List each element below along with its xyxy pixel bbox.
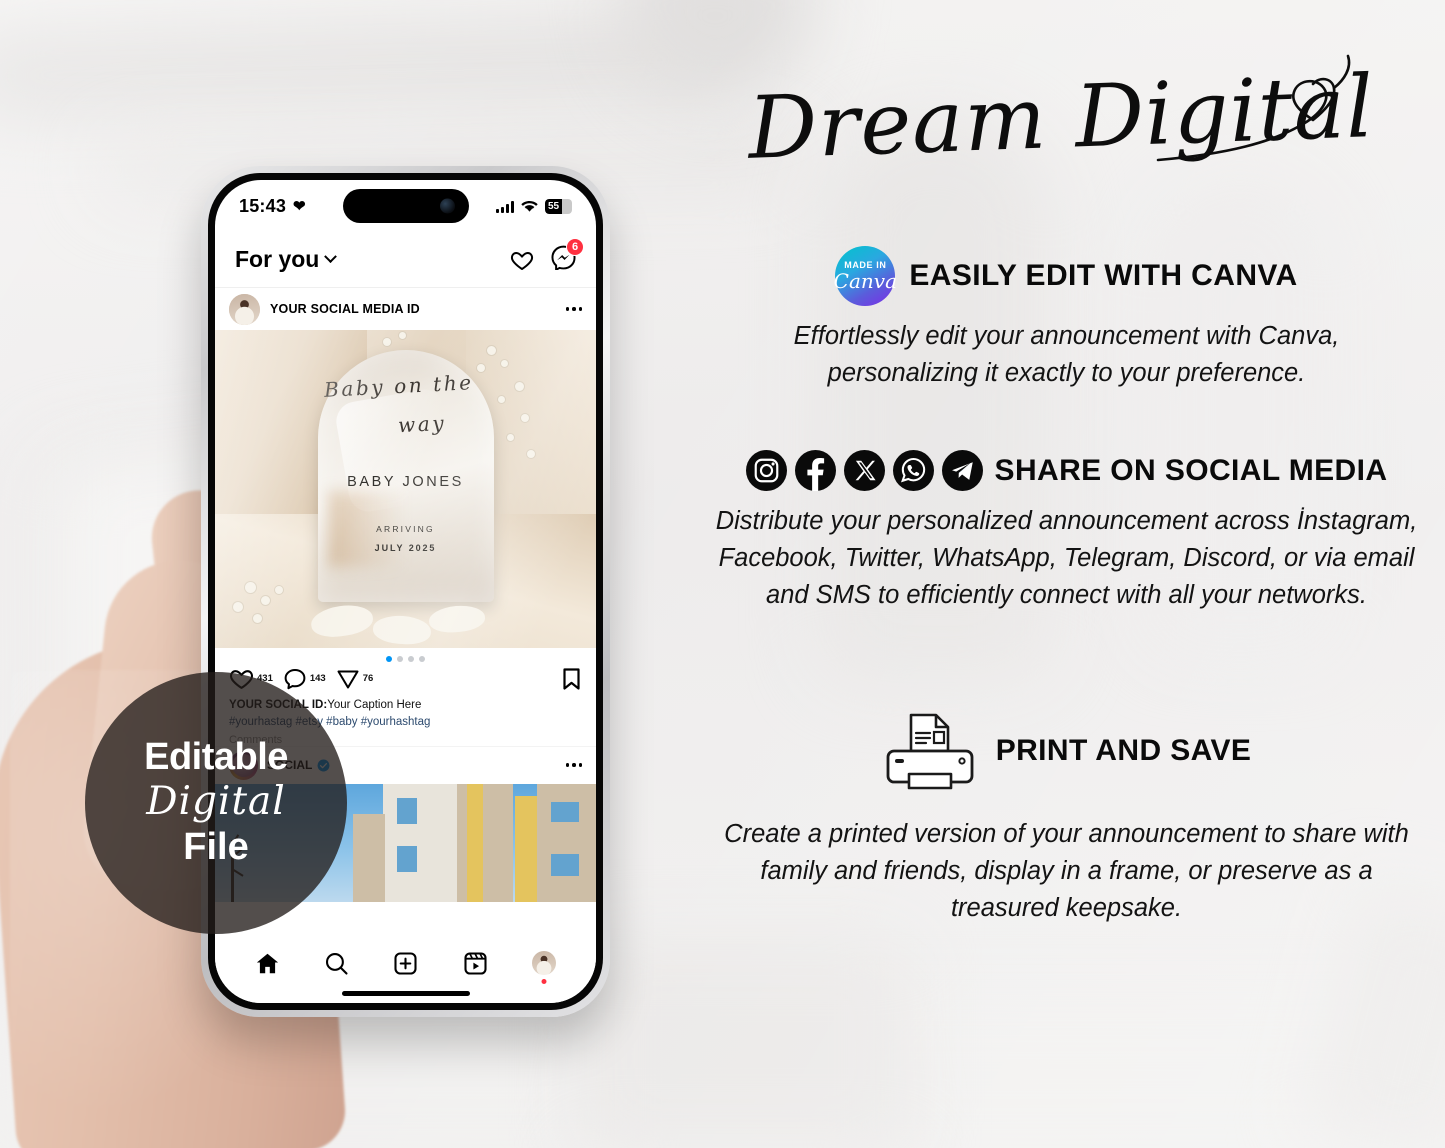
feature-3-title: PRINT AND SAVE <box>995 734 1252 767</box>
right-panel: Dream Digital MADE IN Canva EASILY EDIT … <box>688 0 1445 1148</box>
feature-2-header: SHARE ON SOCIAL MEDIA <box>688 450 1445 491</box>
facebook-icon[interactable] <box>794 450 836 491</box>
app-header: For you 6 <box>215 232 596 288</box>
bookmark-icon[interactable] <box>561 667 582 691</box>
dynamic-island <box>342 189 469 223</box>
feature-2-title: SHARE ON SOCIAL MEDIA <box>994 453 1388 487</box>
feed-title: For you <box>235 246 320 272</box>
more-options-icon[interactable] <box>565 307 582 311</box>
feature-share-on-social-media: SHARE ON SOCIAL MEDIA Distribute your pe… <box>688 450 1445 614</box>
avatar[interactable] <box>229 293 260 325</box>
editable-digital-file-badge: Editable Digital File <box>85 672 347 934</box>
whatsapp-icon[interactable] <box>892 450 934 491</box>
comment-icon[interactable] <box>283 667 307 691</box>
social-icons-row <box>745 450 983 491</box>
caption-text: Your Caption Here <box>327 699 422 711</box>
profile-avatar[interactable] <box>531 951 556 975</box>
printer-icon <box>886 713 974 790</box>
feature-2-body: Distribute your personalized announcemen… <box>715 507 1418 609</box>
feature-print-and-save: PRINT AND SAVE Create a printed version … <box>688 712 1445 927</box>
post-header: YOUR SOCIAL MEDIA ID <box>215 288 596 330</box>
x-twitter-icon[interactable] <box>843 450 885 491</box>
badge-line-2: Digital <box>146 778 286 824</box>
feature-easily-edit-with-canva: MADE IN Canva EASILY EDIT WITH CANVA Eff… <box>688 246 1445 392</box>
comment-count: 143 <box>309 673 326 684</box>
status-time: 15:43 <box>239 195 287 216</box>
home-indicator <box>341 991 470 996</box>
feed-selector[interactable]: For you <box>235 246 338 273</box>
bottom-navigation <box>215 937 596 1003</box>
chevron-down-icon[interactable] <box>324 250 338 264</box>
photo-light-sheen <box>215 330 596 648</box>
instagram-icon[interactable] <box>745 450 787 491</box>
carousel-indicator <box>215 648 596 664</box>
telegram-icon[interactable] <box>941 450 983 491</box>
post-username[interactable]: YOUR SOCIAL MEDIA ID <box>270 302 556 316</box>
reels-icon[interactable] <box>463 951 488 976</box>
canva-badge-bottom-text: Canva <box>833 268 898 293</box>
brand-logo: Dream Digital <box>728 42 1428 192</box>
header-actions: 6 <box>510 237 584 275</box>
battery-icon: 55 <box>545 198 572 214</box>
home-icon[interactable] <box>255 951 280 976</box>
comment-action[interactable]: 143 <box>283 667 326 691</box>
status-time-group: 15:43 ❤ <box>239 196 306 217</box>
post-image[interactable]: Baby on the way BABY JONES ARRIVING JULY… <box>215 330 596 648</box>
status-bar: 15:43 ❤ 55 <box>215 180 596 232</box>
feature-3-header: PRINT AND SAVE <box>688 712 1445 790</box>
wifi-icon <box>521 200 538 212</box>
front-camera-icon <box>439 198 455 214</box>
badge-line-1: Editable <box>144 735 288 778</box>
share-action[interactable]: 76 <box>336 667 374 691</box>
badge-line-3: File <box>183 826 249 869</box>
heart-icon[interactable] <box>510 248 534 272</box>
signal-bars-icon <box>496 200 514 213</box>
canva-badge-icon: MADE IN Canva <box>833 246 898 306</box>
heart-icon: ❤ <box>293 197 306 215</box>
battery-level: 55 <box>548 200 560 212</box>
messenger-button[interactable]: 6 <box>551 237 584 275</box>
share-count: 76 <box>362 673 374 684</box>
feature-3-body: Create a printed version of your announc… <box>724 820 1409 922</box>
status-indicators: 55 <box>496 198 572 214</box>
heart-flourish-icon <box>1156 54 1351 162</box>
more-options-icon[interactable] <box>565 763 582 767</box>
share-icon[interactable] <box>336 667 360 691</box>
search-icon[interactable] <box>324 951 349 976</box>
feature-1-title: EASILY EDIT WITH CANVA <box>909 259 1298 292</box>
feature-1-header: MADE IN Canva EASILY EDIT WITH CANVA <box>688 246 1445 306</box>
create-icon[interactable] <box>393 951 418 976</box>
feature-1-body: Effortlessly edit your announcement with… <box>793 322 1340 387</box>
message-badge: 6 <box>566 237 584 256</box>
